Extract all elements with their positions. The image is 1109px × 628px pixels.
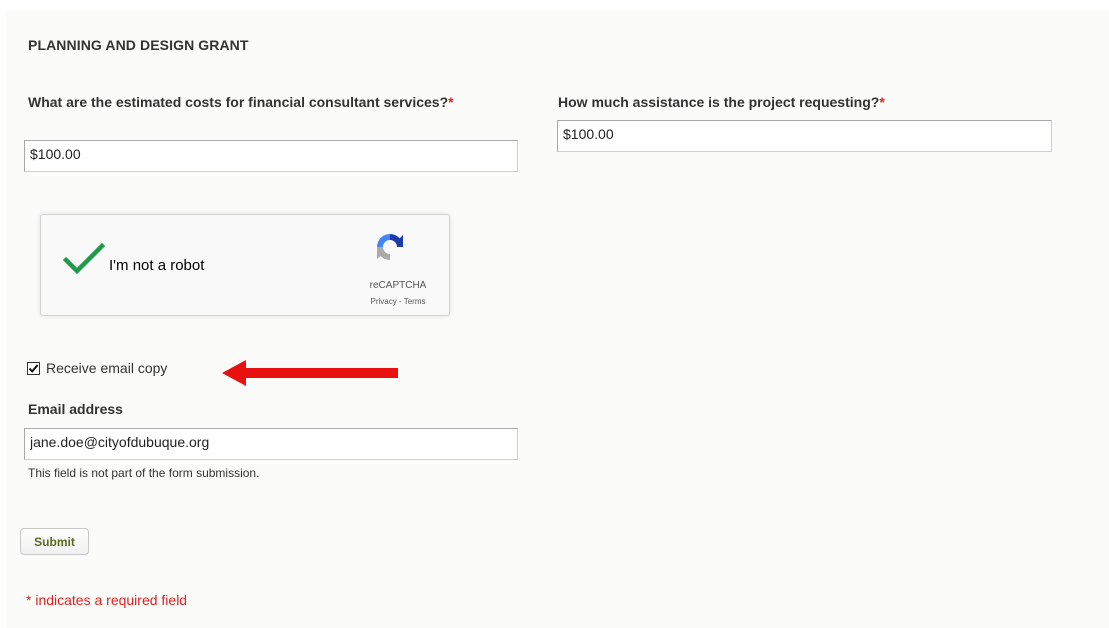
email-copy-label[interactable]: Receive email copy [46,360,167,376]
submit-button[interactable]: Submit [20,528,89,555]
recaptcha-logo-icon [374,231,406,268]
assistance-input[interactable] [557,120,1052,152]
email-copy-checkbox[interactable] [27,362,40,375]
recaptcha-widget: I'm not a robot reCAPTCHA Privacy - Term… [40,214,450,316]
recaptcha-label: I'm not a robot [109,257,205,274]
required-marker: * [879,94,885,110]
red-arrow-icon [222,360,398,391]
required-marker: * [448,94,454,110]
terms-link[interactable]: Terms [404,297,426,306]
assistance-label-text: How much assistance is the project reque… [558,94,880,110]
consultant-costs-input[interactable] [24,140,518,172]
consultant-costs-label: What are the estimated costs for financi… [28,93,498,111]
section-title: PLANNING AND DESIGN GRANT [28,37,249,53]
consultant-costs-label-text: What are the estimated costs for financi… [28,94,449,110]
links-separator: - [396,297,404,306]
checkbox-check-icon [28,364,39,373]
assistance-label: How much assistance is the project reque… [558,93,1058,111]
email-help-text: This field is not part of the form submi… [28,466,260,480]
privacy-link[interactable]: Privacy [371,297,397,306]
checkmark-icon[interactable] [62,242,106,280]
email-address-input[interactable] [24,428,518,460]
recaptcha-links: Privacy - Terms [359,297,437,306]
email-address-label: Email address [28,401,123,417]
required-field-note: * indicates a required field [26,592,188,608]
recaptcha-brand: reCAPTCHA [369,280,427,291]
